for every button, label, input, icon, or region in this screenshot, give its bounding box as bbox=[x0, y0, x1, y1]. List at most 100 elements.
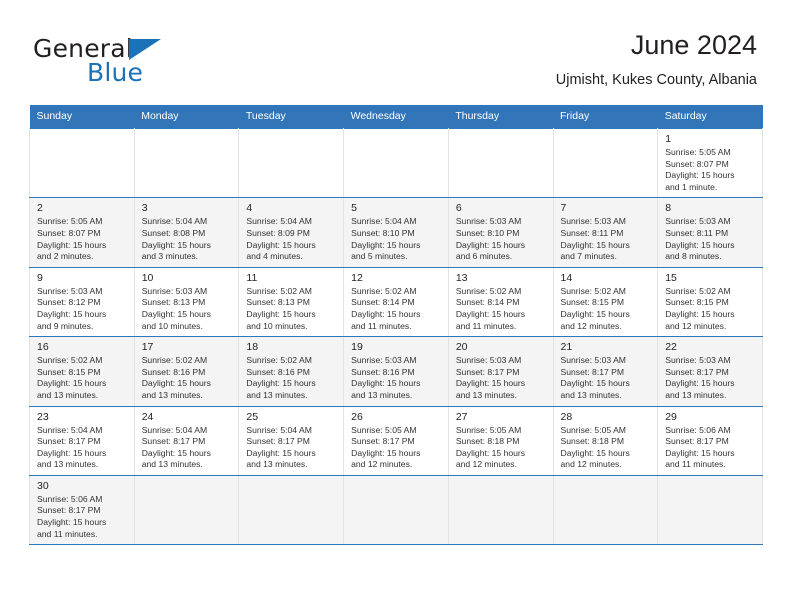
daylight-text-line1: Daylight: 15 hours bbox=[665, 308, 735, 319]
weekday-header-wednesday: Wednesday bbox=[343, 105, 449, 129]
calendar-day-cell[interactable]: 30 Sunrise: 5:06 AM Sunset: 8:17 PM Dayligh… bbox=[29, 474, 135, 546]
calendar-day-cell[interactable]: 7 Sunrise: 5:03 AM Sunset: 8:11 PM Daylight… bbox=[552, 197, 659, 268]
calendar-day-cell[interactable]: 25 Sunrise: 5:04 AM Sunset: 8:17 PM Dayligh… bbox=[238, 405, 345, 476]
calendar-cell-empty bbox=[133, 474, 240, 546]
sunrise-text: Sunrise: 5:03 AM bbox=[141, 285, 208, 296]
day-cell-content bbox=[135, 129, 239, 196]
day-cell-content: 20 Sunrise: 5:03 AM Sunset: 8:17 PM Dayligh… bbox=[449, 337, 553, 405]
sunrise-text: Sunrise: 5:02 AM bbox=[665, 285, 731, 296]
sunset-text: Sunset: 8:07 PM bbox=[665, 158, 729, 169]
sunrise-text: Sunrise: 5:04 AM bbox=[246, 216, 312, 227]
day-cell-content: 26 Sunrise: 5:05 AM Sunset: 8:17 PM Dayligh… bbox=[344, 407, 448, 475]
day-number: 25 bbox=[246, 410, 259, 423]
sunset-text: Sunset: 8:16 PM bbox=[351, 366, 415, 377]
brand-name-blue: Blue bbox=[87, 58, 144, 87]
calendar-day-cell[interactable]: 8 Sunrise: 5:03 AM Sunset: 8:11 PM Daylight… bbox=[657, 197, 763, 268]
calendar-day-cell[interactable]: 22 Sunrise: 5:03 AM Sunset: 8:17 PM Dayligh… bbox=[657, 336, 763, 407]
calendar-day-cell[interactable]: 1 Sunrise: 5:05 AM Sunset: 8:07 PM Daylight… bbox=[657, 127, 763, 199]
day-number: 1 bbox=[665, 133, 672, 145]
day-cell-content: 27 Sunrise: 5:05 AM Sunset: 8:18 PM Dayligh… bbox=[449, 407, 553, 475]
day-cell-content: 24 Sunrise: 5:04 AM Sunset: 8:17 PM Dayligh… bbox=[135, 407, 239, 475]
sunrise-text: Sunrise: 5:05 AM bbox=[351, 424, 417, 435]
calendar-day-cell[interactable]: 11 Sunrise: 5:02 AM Sunset: 8:13 PM Dayligh… bbox=[238, 266, 345, 338]
weekday-header-sunday: Sunday bbox=[29, 105, 135, 129]
calendar-day-cell[interactable]: 20 Sunrise: 5:03 AM Sunset: 8:17 PM Dayligh… bbox=[447, 336, 554, 407]
general-blue-logo[interactable]: General Blue bbox=[33, 34, 263, 92]
sunset-text: Sunset: 8:10 PM bbox=[351, 227, 415, 238]
day-cell-content bbox=[658, 476, 762, 543]
sunrise-text: Sunrise: 5:02 AM bbox=[141, 355, 208, 366]
calendar-week-row: 23 Sunrise: 5:04 AM Sunset: 8:17 PM Dayligh… bbox=[29, 405, 763, 476]
calendar-day-cell[interactable]: 27 Sunrise: 5:05 AM Sunset: 8:18 PM Dayligh… bbox=[447, 405, 554, 476]
calendar-day-cell[interactable]: 21 Sunrise: 5:03 AM Sunset: 8:17 PM Dayligh… bbox=[552, 336, 659, 407]
calendar-day-cell[interactable]: 17 Sunrise: 5:02 AM Sunset: 8:16 PM Dayligh… bbox=[133, 336, 240, 407]
calendar-day-cell[interactable]: 3 Sunrise: 5:04 AM Sunset: 8:08 PM Daylight… bbox=[133, 197, 240, 268]
calendar-day-cell[interactable]: 12 Sunrise: 5:02 AM Sunset: 8:14 PM Dayligh… bbox=[343, 266, 449, 338]
day-number: 2 bbox=[37, 202, 43, 215]
day-cell-content bbox=[554, 129, 658, 196]
daylight-text-line2: and 13 minutes. bbox=[246, 389, 308, 400]
calendar-day-cell[interactable]: 19 Sunrise: 5:03 AM Sunset: 8:16 PM Dayligh… bbox=[343, 336, 449, 407]
daylight-text-line2: and 13 minutes. bbox=[37, 459, 99, 470]
daylight-text-line2: and 9 minutes. bbox=[37, 320, 94, 331]
calendar-day-cell[interactable]: 14 Sunrise: 5:02 AM Sunset: 8:15 PM Dayligh… bbox=[552, 266, 659, 338]
day-cell-content: 1 Sunrise: 5:05 AM Sunset: 8:07 PM Daylight… bbox=[658, 129, 762, 197]
day-number: 19 bbox=[351, 341, 363, 354]
day-cell-content: 6 Sunrise: 5:03 AM Sunset: 8:10 PM Daylight… bbox=[449, 198, 553, 266]
day-cell-content bbox=[344, 476, 448, 543]
day-number: 30 bbox=[37, 479, 49, 492]
calendar-day-cell[interactable]: 28 Sunrise: 5:05 AM Sunset: 8:18 PM Dayligh… bbox=[552, 405, 659, 476]
sunrise-text: Sunrise: 5:02 AM bbox=[246, 285, 312, 296]
sunset-text: Sunset: 8:11 PM bbox=[560, 227, 624, 238]
sunrise-text: Sunrise: 5:03 AM bbox=[455, 216, 522, 227]
daylight-text-line1: Daylight: 15 hours bbox=[665, 447, 735, 458]
daylight-text-line2: and 12 minutes. bbox=[455, 459, 517, 470]
day-cell-content bbox=[344, 129, 448, 196]
daylight-text-line1: Daylight: 15 hours bbox=[246, 308, 316, 319]
daylight-text-line2: and 12 minutes. bbox=[665, 320, 727, 331]
day-number: 6 bbox=[455, 202, 462, 215]
calendar-week-row: 9 Sunrise: 5:03 AM Sunset: 8:12 PM Daylight… bbox=[29, 266, 763, 338]
calendar-cell-empty bbox=[133, 127, 240, 199]
day-cell-content: 23 Sunrise: 5:04 AM Sunset: 8:17 PM Dayligh… bbox=[30, 407, 134, 475]
day-number: 26 bbox=[351, 410, 363, 423]
calendar-body: 1 Sunrise: 5:05 AM Sunset: 8:07 PM Daylight… bbox=[29, 127, 763, 546]
calendar-day-cell[interactable]: 4 Sunrise: 5:04 AM Sunset: 8:09 PM Daylight… bbox=[238, 197, 345, 268]
day-cell-content: 5 Sunrise: 5:04 AM Sunset: 8:10 PM Daylight… bbox=[344, 198, 448, 266]
sunset-text: Sunset: 8:07 PM bbox=[37, 227, 101, 238]
daylight-text-line2: and 13 minutes. bbox=[37, 389, 99, 400]
calendar-day-cell[interactable]: 23 Sunrise: 5:04 AM Sunset: 8:17 PM Dayligh… bbox=[29, 405, 135, 476]
day-number: 29 bbox=[665, 410, 677, 423]
calendar-cell-empty bbox=[447, 127, 554, 199]
calendar-day-cell[interactable]: 29 Sunrise: 5:06 AM Sunset: 8:17 PM Dayligh… bbox=[657, 405, 763, 476]
daylight-text-line1: Daylight: 15 hours bbox=[246, 378, 316, 389]
daylight-text-line1: Daylight: 15 hours bbox=[37, 378, 107, 389]
daylight-text-line1: Daylight: 15 hours bbox=[37, 308, 107, 319]
day-number: 15 bbox=[665, 271, 677, 284]
daylight-text-line1: Daylight: 15 hours bbox=[246, 239, 316, 250]
daylight-text-line2: and 12 minutes. bbox=[351, 459, 413, 470]
calendar-day-cell[interactable]: 13 Sunrise: 5:02 AM Sunset: 8:14 PM Dayligh… bbox=[447, 266, 554, 338]
calendar-day-cell[interactable]: 16 Sunrise: 5:02 AM Sunset: 8:15 PM Dayligh… bbox=[29, 336, 135, 407]
day-cell-content: 21 Sunrise: 5:03 AM Sunset: 8:17 PM Dayligh… bbox=[554, 337, 658, 405]
day-cell-content: 9 Sunrise: 5:03 AM Sunset: 8:12 PM Daylight… bbox=[30, 268, 134, 336]
calendar-day-cell[interactable]: 9 Sunrise: 5:03 AM Sunset: 8:12 PM Daylight… bbox=[29, 266, 135, 338]
sunrise-text: Sunrise: 5:06 AM bbox=[665, 424, 731, 435]
sunset-text: Sunset: 8:15 PM bbox=[665, 297, 729, 308]
daylight-text-line2: and 11 minutes. bbox=[665, 459, 726, 470]
calendar-day-cell[interactable]: 2 Sunrise: 5:05 AM Sunset: 8:07 PM Daylight… bbox=[29, 197, 135, 268]
day-cell-content: 25 Sunrise: 5:04 AM Sunset: 8:17 PM Dayligh… bbox=[239, 407, 343, 475]
calendar-day-cell[interactable]: 26 Sunrise: 5:05 AM Sunset: 8:17 PM Dayligh… bbox=[343, 405, 449, 476]
calendar-day-cell[interactable]: 6 Sunrise: 5:03 AM Sunset: 8:10 PM Daylight… bbox=[447, 197, 554, 268]
calendar-day-cell[interactable]: 18 Sunrise: 5:02 AM Sunset: 8:16 PM Dayligh… bbox=[238, 336, 345, 407]
day-cell-content bbox=[239, 476, 343, 543]
sunrise-text: Sunrise: 5:02 AM bbox=[560, 285, 626, 296]
sunset-text: Sunset: 8:17 PM bbox=[246, 436, 310, 447]
calendar-table: Sunday Monday Tuesday Wednesday Thursday Frid… bbox=[29, 105, 763, 546]
daylight-text-line1: Daylight: 15 hours bbox=[455, 378, 526, 389]
calendar-day-cell[interactable]: 24 Sunrise: 5:04 AM Sunset: 8:17 PM Dayligh… bbox=[133, 405, 240, 476]
calendar-day-cell[interactable]: 10 Sunrise: 5:03 AM Sunset: 8:13 PM Dayligh… bbox=[133, 266, 240, 338]
calendar-day-cell[interactable]: 5 Sunrise: 5:04 AM Sunset: 8:10 PM Daylight… bbox=[343, 197, 449, 268]
page-subtitle: Ujmisht, Kukes County, Albania bbox=[555, 72, 757, 88]
calendar-day-cell[interactable]: 15 Sunrise: 5:02 AM Sunset: 8:15 PM Dayligh… bbox=[657, 266, 763, 338]
